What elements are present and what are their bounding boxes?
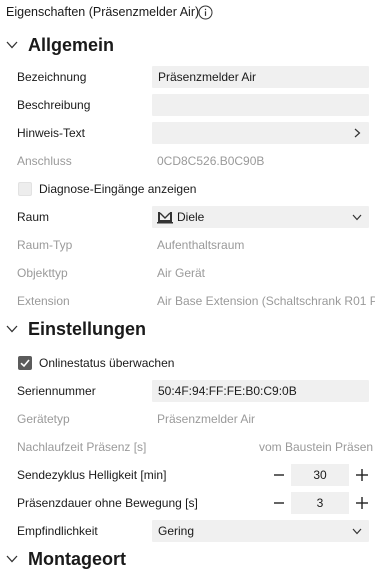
empfindlichkeit-select[interactable]: Gering	[152, 520, 369, 542]
raum-select[interactable]: Diele	[152, 206, 369, 228]
beschreibung-label: Beschreibung	[17, 98, 91, 112]
hinweis-field[interactable]	[152, 122, 369, 144]
sendezyklus-value[interactable]: 30	[291, 464, 349, 486]
nachlaufzeit-value: vom Baustein Präsen	[259, 440, 374, 454]
chevron-down-icon	[352, 214, 362, 221]
row-seriennummer: Seriennummer 50:4F:94:FF:FE:B0:C9:0B	[0, 377, 375, 405]
onlinestatus-checkbox[interactable]	[18, 356, 32, 370]
section-title: Montageort	[28, 549, 126, 569]
checkmark-icon	[20, 359, 30, 368]
panel-header: Eigenschaften (Präsenzmelder Air)	[0, 0, 375, 28]
onlinestatus-label[interactable]: Onlinestatus überwachen	[39, 349, 174, 377]
objekttyp-label: Objekttyp	[17, 266, 68, 280]
seriennummer-field[interactable]: 50:4F:94:FF:FE:B0:C9:0B	[152, 380, 369, 402]
hinweis-label: Hinweis-Text	[17, 126, 86, 140]
geraetetyp-value: Präsenzmelder Air	[157, 412, 256, 426]
plus-icon[interactable]	[352, 465, 372, 485]
raumtyp-label: Raum-Typ	[17, 238, 73, 252]
seriennummer-value: 50:4F:94:FF:FE:B0:C9:0B	[158, 384, 297, 398]
row-onlinestatus: Onlinestatus überwachen	[0, 349, 375, 377]
diagnose-checkbox[interactable]	[18, 182, 32, 196]
seriennummer-label: Seriennummer	[17, 384, 96, 398]
row-bezeichnung: Bezeichnung Präsenzmelder Air	[0, 63, 375, 91]
minus-icon[interactable]	[269, 493, 289, 513]
minus-icon[interactable]	[269, 465, 289, 485]
diagnose-label[interactable]: Diagnose-Eingänge anzeigen	[39, 175, 196, 203]
sendezyklus-label: Sendezyklus Helligkeit [min]	[17, 468, 167, 482]
chevron-down-icon	[352, 528, 362, 535]
chevron-right-icon	[354, 128, 361, 138]
section-montageort[interactable]: Montageort	[0, 547, 375, 573]
row-geraetetyp: Gerätetyp Präsenzmelder Air	[0, 405, 375, 433]
empfindlichkeit-value: Gering	[158, 524, 195, 538]
row-nachlaufzeit: Nachlaufzeit Präsenz [s] vom Baustein Pr…	[0, 433, 375, 461]
raumtyp-value: Aufenthaltsraum	[157, 238, 245, 252]
panel-title: Eigenschaften (Präsenzmelder Air)	[6, 5, 200, 19]
chevron-down-icon[interactable]	[5, 322, 19, 336]
raum-value: Diele	[177, 210, 205, 224]
nachlaufzeit-label: Nachlaufzeit Präsenz [s]	[17, 440, 147, 454]
row-raum: Raum Diele	[0, 203, 375, 231]
anschluss-value: 0CD8C526.B0C90B	[157, 154, 265, 168]
info-circle-icon[interactable]	[198, 5, 213, 20]
row-sendezyklus: Sendezyklus Helligkeit [min] 30	[0, 461, 375, 489]
raum-label: Raum	[17, 210, 50, 224]
row-extension: Extension Air Base Extension (Schaltschr…	[0, 287, 375, 315]
praesenzdauer-value[interactable]: 3	[291, 492, 349, 514]
plus-icon[interactable]	[352, 493, 372, 513]
anschluss-label: Anschluss	[17, 154, 72, 168]
objekttyp-value: Air Gerät	[157, 266, 206, 280]
chevron-down-icon[interactable]	[5, 552, 19, 566]
row-praesenzdauer: Präsenzdauer ohne Bewegung [s] 3	[0, 489, 375, 517]
row-beschreibung: Beschreibung	[0, 91, 375, 119]
beschreibung-field[interactable]	[152, 94, 369, 116]
empfindlichkeit-label: Empfindlichkeit	[17, 524, 98, 538]
bezeichnung-field[interactable]: Präsenzmelder Air	[152, 66, 369, 88]
section-einstellungen[interactable]: Einstellungen	[0, 317, 375, 343]
praesenzdauer-label: Präsenzdauer ohne Bewegung [s]	[17, 496, 198, 510]
bezeichnung-value: Präsenzmelder Air	[158, 70, 257, 84]
row-hinweis: Hinweis-Text	[0, 119, 375, 147]
bezeichnung-label: Bezeichnung	[17, 70, 87, 84]
section-allgemein[interactable]: Allgemein	[0, 33, 375, 59]
row-objekttyp: Objekttyp Air Gerät	[0, 259, 375, 287]
row-diagnose: Diagnose-Eingänge anzeigen	[0, 175, 375, 203]
section-title: Einstellungen	[28, 319, 147, 339]
geraetetyp-label: Gerätetyp	[17, 412, 70, 426]
room-icon	[157, 212, 173, 224]
extension-label: Extension	[17, 294, 70, 308]
chevron-down-icon[interactable]	[5, 38, 19, 52]
extension-value: Air Base Extension (Schaltschrank R01 P0	[157, 294, 375, 308]
row-raumtyp: Raum-Typ Aufenthaltsraum	[0, 231, 375, 259]
row-empfindlichkeit: Empfindlichkeit Gering	[0, 517, 375, 545]
row-anschluss: Anschluss 0CD8C526.B0C90B	[0, 147, 375, 175]
section-title: Allgemein	[28, 35, 115, 55]
